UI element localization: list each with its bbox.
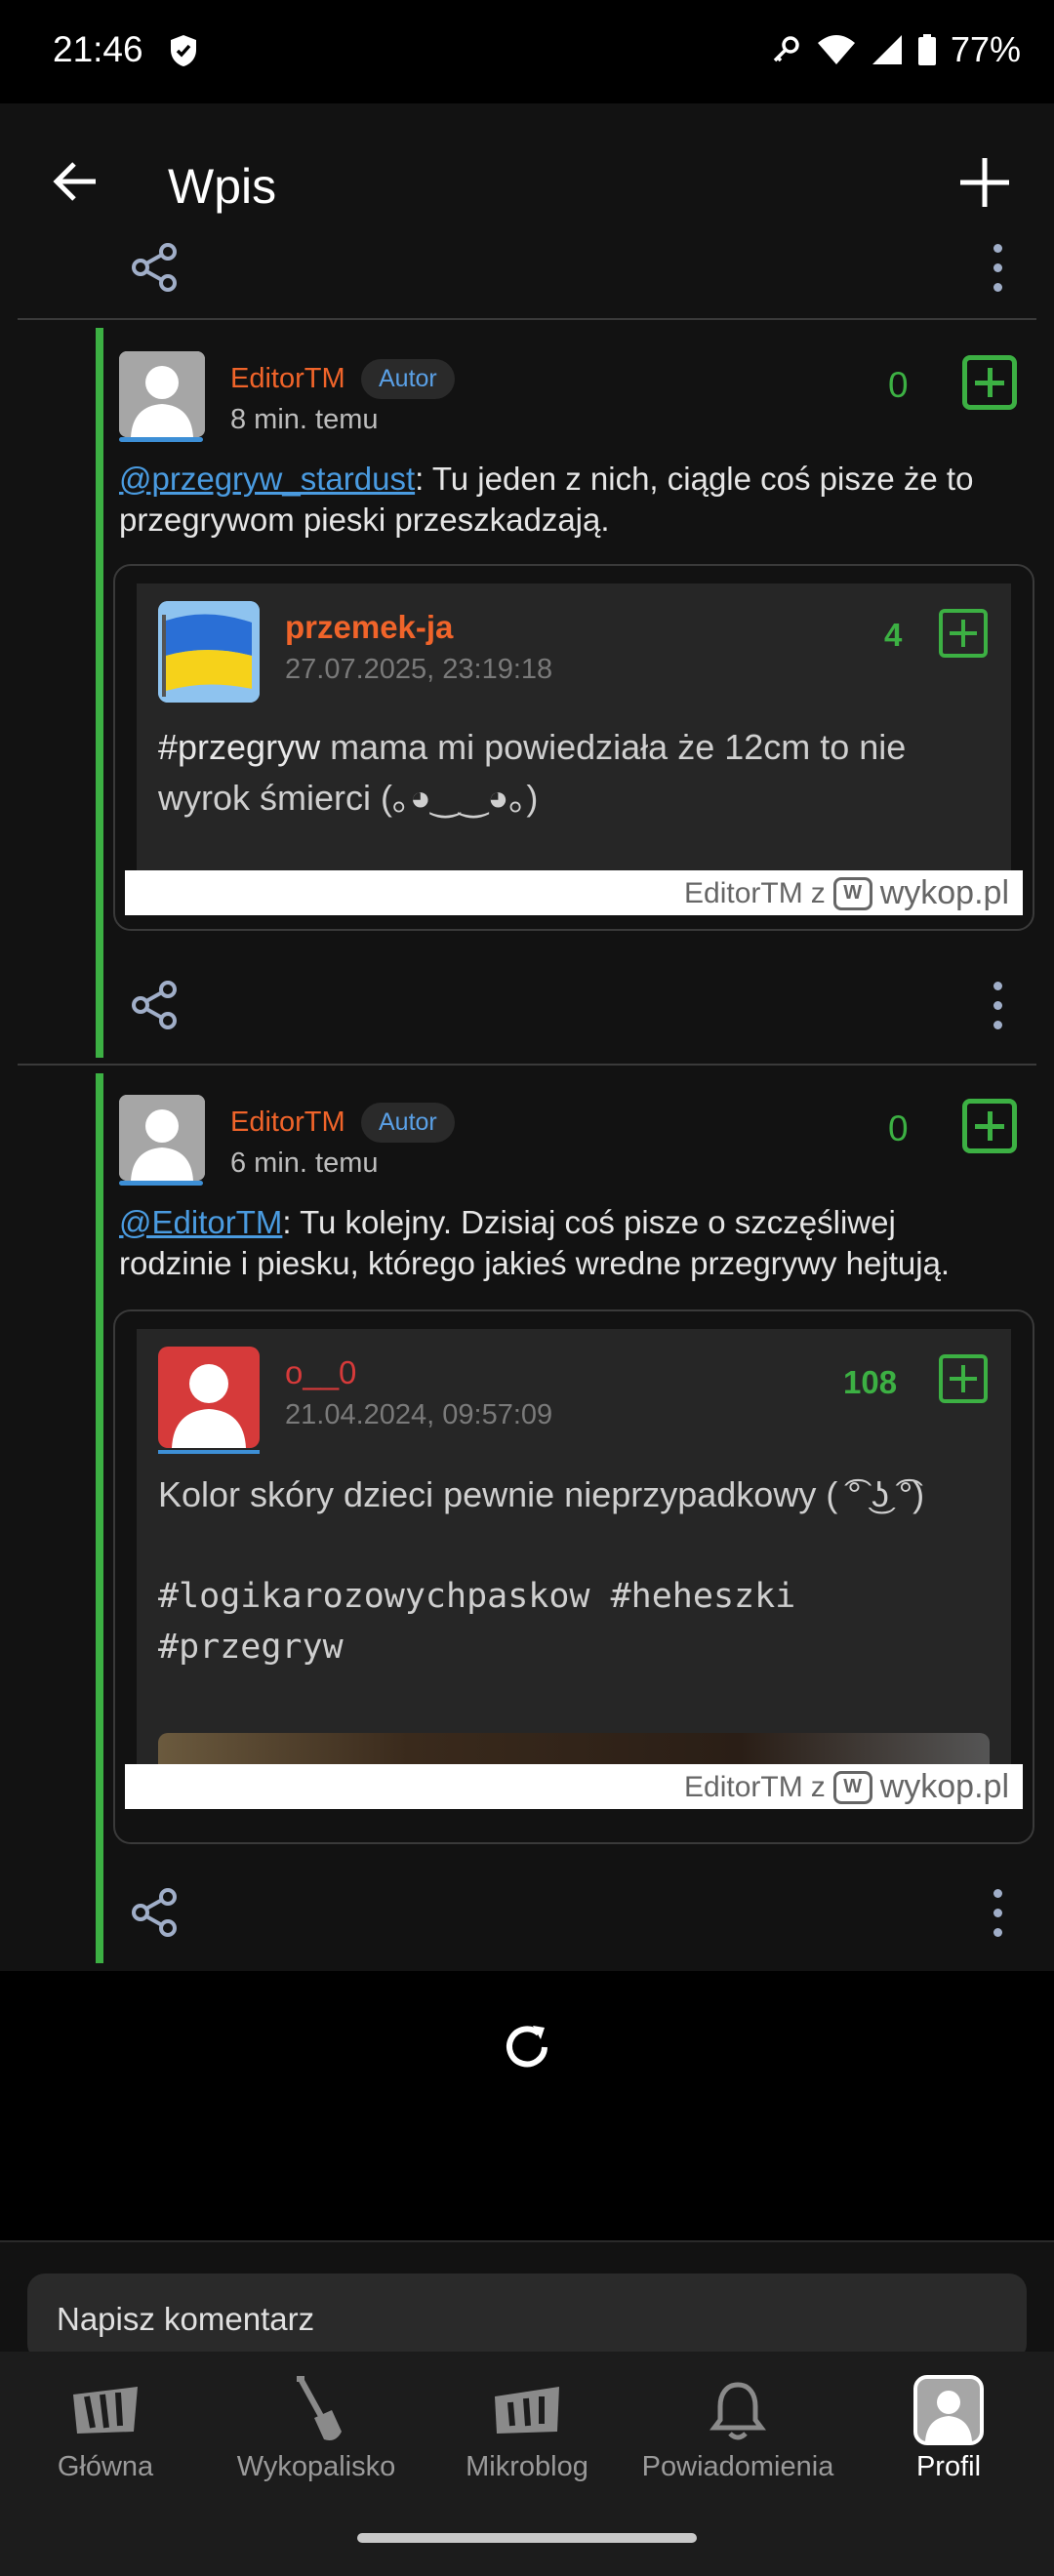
entry-content: EditorTM Autor 8 min. temu 0 @przegryw_s… — [0, 243, 1054, 1971]
embedded-tags: #logikarozowychpaskow #heheszki #przegry… — [158, 1577, 796, 1667]
user-mention[interactable]: @EditorTM — [119, 1204, 282, 1240]
flag-avatar — [158, 601, 260, 703]
thread-line — [96, 1073, 103, 1963]
wykop-logo-icon — [69, 2375, 142, 2445]
nav-profile[interactable]: Profil — [843, 2352, 1054, 2508]
wifi-icon — [817, 35, 855, 64]
divider — [18, 1064, 1036, 1066]
comment-author[interactable]: EditorTM — [230, 363, 345, 395]
status-time: 21:46 — [53, 29, 143, 69]
avatar — [158, 1347, 260, 1448]
refresh-icon[interactable] — [498, 2018, 556, 2076]
more-options-icon[interactable] — [988, 976, 1007, 1034]
author-badge: Autor — [361, 1103, 455, 1143]
signal-icon — [872, 35, 902, 64]
battery-icon — [917, 34, 936, 65]
divider — [18, 318, 1036, 320]
nav-mikroblog[interactable]: Mikroblog — [422, 2352, 632, 2508]
more-options-icon[interactable] — [988, 1883, 1007, 1942]
app-bar: Wpis — [0, 103, 1054, 256]
more-options-icon[interactable] — [988, 238, 1007, 297]
embedded-date: 21.04.2024, 09:57:09 — [285, 1399, 553, 1430]
nav-home[interactable]: Główna — [0, 2352, 211, 2508]
wykop-logo-icon: W — [832, 1770, 872, 1804]
home-indicator[interactable] — [357, 2533, 697, 2543]
avatar-underline — [119, 1181, 203, 1186]
embedded-plus-icon — [939, 1354, 988, 1403]
status-icons: 77% — [769, 29, 1021, 70]
share-icon[interactable] — [125, 976, 183, 1034]
key-icon — [773, 36, 799, 62]
back-arrow-icon[interactable] — [47, 152, 105, 211]
embedded-text: Kolor skóry dzieci pewnie nieprzypadkowy… — [158, 1474, 925, 1514]
comment-body: @przegryw_stardust: Tu jeden z nich, cią… — [119, 461, 974, 538]
vote-count: 0 — [888, 1108, 909, 1148]
avatar-underline — [158, 1450, 260, 1454]
vote-count: 0 — [888, 365, 909, 405]
mikroblog-icon — [491, 2375, 563, 2445]
embedded-plus-icon — [939, 609, 988, 658]
comment-input[interactable]: Napisz komentarz — [27, 2274, 1027, 2361]
comment-body: @EditorTM: Tu kolejny. Dzisiaj coś pisze… — [119, 1204, 951, 1281]
comment-author[interactable]: EditorTM — [230, 1107, 345, 1139]
embedded-vote-count: 108 — [843, 1364, 898, 1400]
embedded-author: o__0 — [285, 1354, 357, 1390]
thread-line — [96, 328, 103, 1058]
embedded-screenshot[interactable]: o__0 21.04.2024, 09:57:09 108 Kolor skór… — [113, 1309, 1034, 1844]
nav-wykopalisko[interactable]: Wykopalisko — [211, 2352, 422, 2508]
gesture-bar — [0, 2508, 1054, 2576]
embedded-vote-count: 4 — [884, 617, 903, 653]
nav-notifications[interactable]: Powiadomienia — [632, 2352, 843, 2508]
upvote-button[interactable] — [962, 355, 1017, 410]
status-bar: 21:46 77% — [0, 0, 1054, 103]
comment-time: 6 min. temu — [230, 1147, 379, 1179]
shovel-icon — [287, 2375, 345, 2445]
profile-avatar-icon — [913, 2375, 984, 2445]
embedded-screenshot[interactable]: przemek-ja 27.07.2025, 23:19:18 4 #przeg… — [113, 564, 1034, 931]
embedded-author: przemek-ja — [285, 609, 454, 645]
embed-footer: EditorTM z W wykop.pl — [125, 870, 1023, 915]
upvote-button[interactable] — [962, 1099, 1017, 1153]
shield-icon — [168, 33, 199, 73]
bottom-navigation: Główna Wykopalisko Mikroblog Powiadomien… — [0, 2352, 1054, 2508]
author-badge: Autor — [361, 359, 455, 399]
share-icon[interactable] — [125, 238, 183, 297]
comment-time: 8 min. temu — [230, 404, 379, 435]
avatar[interactable] — [119, 351, 205, 437]
user-mention[interactable]: @przegryw_stardust — [119, 461, 415, 497]
footer-credit: EditorTM z W wykop.pl — [684, 1768, 1009, 1805]
avatar-underline — [119, 437, 203, 442]
bell-icon — [709, 2375, 767, 2445]
avatar[interactable] — [119, 1095, 205, 1181]
embedded-entry: przemek-ja 27.07.2025, 23:19:18 4 #przeg… — [137, 584, 1011, 894]
battery-percent: 77% — [950, 29, 1021, 69]
footer-credit: EditorTM z W wykop.pl — [684, 874, 1009, 911]
share-icon[interactable] — [125, 1883, 183, 1942]
add-icon[interactable] — [954, 152, 1015, 213]
embedded-entry: o__0 21.04.2024, 09:57:09 108 Kolor skór… — [137, 1329, 1011, 1807]
wykop-logo-icon: W — [832, 876, 872, 910]
embedded-text: #przegryw mama mi powiedziała że 12cm to… — [158, 727, 907, 818]
page-title: Wpis — [168, 159, 277, 214]
comment-bar: Napisz komentarz — [0, 2240, 1054, 2361]
embedded-date: 27.07.2025, 23:19:18 — [285, 654, 553, 685]
embed-footer: EditorTM z W wykop.pl — [125, 1764, 1023, 1809]
